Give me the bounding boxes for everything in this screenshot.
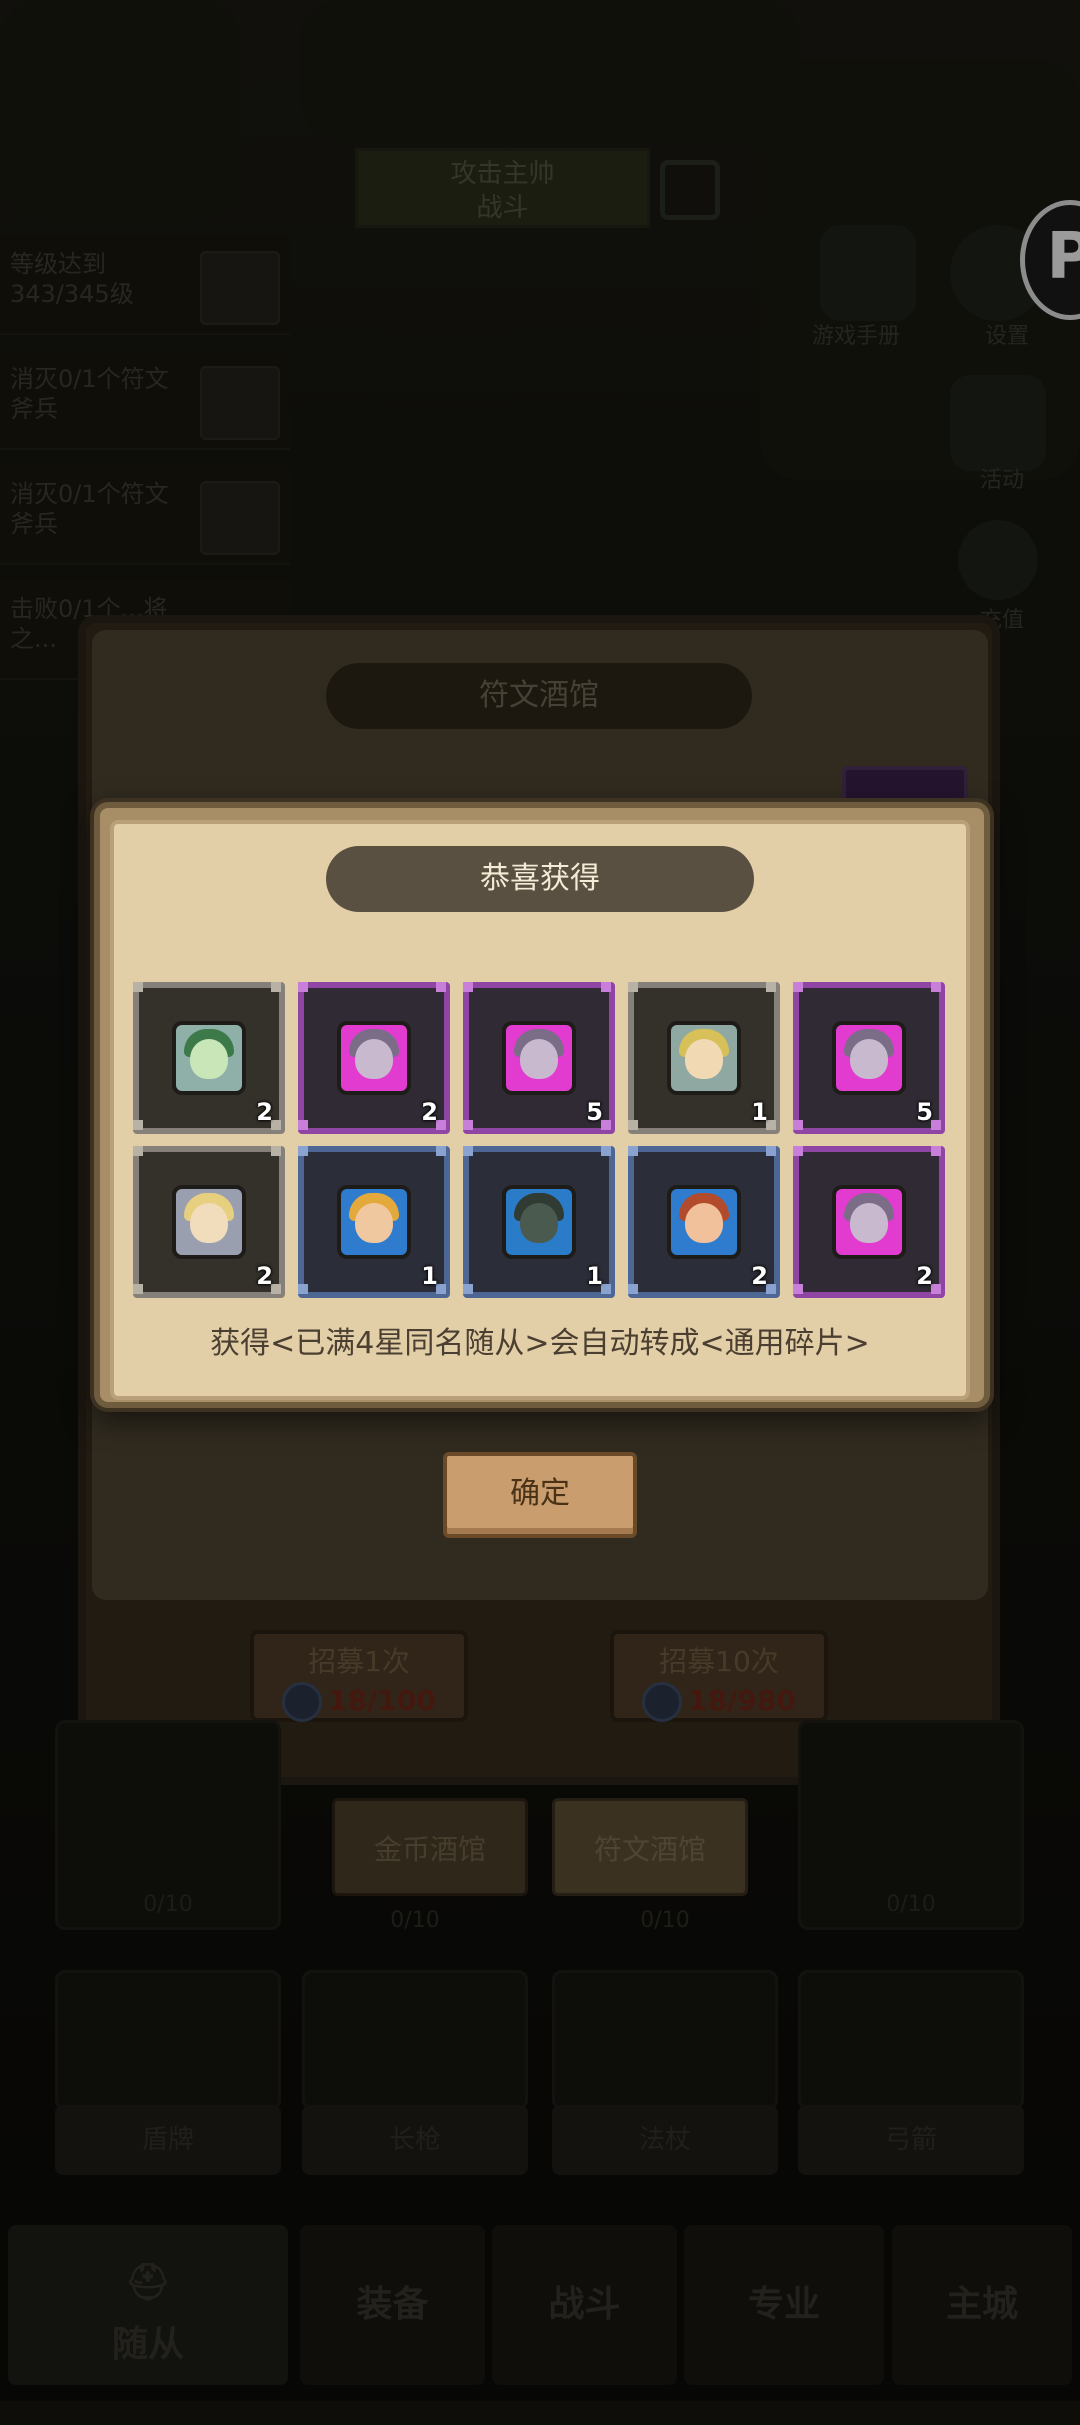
reward-item[interactable]: 2 — [298, 982, 450, 1134]
frame-corner — [793, 982, 803, 992]
green-horned-hero-icon — [172, 1021, 246, 1095]
portrait-face — [850, 1039, 888, 1079]
blonde-knight-hero-icon — [172, 1185, 246, 1259]
frame-corner — [463, 1284, 473, 1294]
purple-hooded-hero-icon — [337, 1021, 411, 1095]
reward-count: 1 — [586, 1262, 603, 1290]
frame-corner — [628, 1146, 638, 1156]
portrait-face — [355, 1039, 393, 1079]
frame-corner — [271, 982, 281, 992]
frame-corner — [133, 982, 143, 992]
reward-item[interactable]: 5 — [793, 982, 945, 1134]
reward-item[interactable]: 2 — [628, 1146, 780, 1298]
frame-corner — [463, 1120, 473, 1130]
reward-item[interactable]: 2 — [133, 982, 285, 1134]
purple-hooded-hero-icon — [502, 1021, 576, 1095]
portrait-face — [190, 1203, 228, 1243]
frame-corner — [133, 1284, 143, 1294]
frame-corner — [298, 982, 308, 992]
reward-count: 2 — [916, 1262, 933, 1290]
frame-corner — [601, 1146, 611, 1156]
frame-corner — [463, 982, 473, 992]
frame-corner — [601, 982, 611, 992]
frame-corner — [463, 1146, 473, 1156]
frame-corner — [793, 1146, 803, 1156]
portrait-face — [520, 1203, 558, 1243]
reward-item[interactable]: 1 — [463, 1146, 615, 1298]
reward-item[interactable]: 1 — [298, 1146, 450, 1298]
frame-corner — [931, 982, 941, 992]
frame-corner — [766, 1146, 776, 1156]
portrait-face — [850, 1203, 888, 1243]
reward-item[interactable]: 2 — [133, 1146, 285, 1298]
purple-hooded-hero-icon — [832, 1185, 906, 1259]
reward-count: 2 — [256, 1098, 273, 1126]
portrait-face — [355, 1203, 393, 1243]
portrait-face — [685, 1203, 723, 1243]
frame-corner — [436, 1146, 446, 1156]
reward-count: 2 — [421, 1098, 438, 1126]
bearded-dwarf-hero-icon — [337, 1185, 411, 1259]
portrait-face — [685, 1039, 723, 1079]
frame-corner — [628, 1284, 638, 1294]
blonde-elf-hero-icon — [667, 1021, 741, 1095]
reward-count: 2 — [256, 1262, 273, 1290]
frame-corner — [628, 1120, 638, 1130]
frame-corner — [793, 1120, 803, 1130]
frame-corner — [931, 1146, 941, 1156]
reward-count: 5 — [586, 1098, 603, 1126]
frame-corner — [436, 982, 446, 992]
frame-corner — [271, 1146, 281, 1156]
reward-item[interactable]: 2 — [793, 1146, 945, 1298]
reward-count: 1 — [421, 1262, 438, 1290]
portrait-face — [190, 1039, 228, 1079]
frame-corner — [298, 1284, 308, 1294]
frame-corner — [133, 1146, 143, 1156]
reward-item[interactable]: 1 — [628, 982, 780, 1134]
reward-count: 2 — [751, 1262, 768, 1290]
reward-popup-title: 恭喜获得 — [326, 846, 754, 912]
reward-count: 1 — [751, 1098, 768, 1126]
frame-corner — [298, 1146, 308, 1156]
red-haired-archer-hero-icon — [667, 1185, 741, 1259]
frame-corner — [793, 1284, 803, 1294]
reward-count: 5 — [916, 1098, 933, 1126]
green-eyed-rogue-hero-icon — [502, 1185, 576, 1259]
reward-conversion-note: 获得<已满4星同名随从>会自动转成<通用碎片> — [210, 1326, 870, 1361]
reward-item[interactable]: 5 — [463, 982, 615, 1134]
purple-hooded-hero-icon — [832, 1021, 906, 1095]
confirm-button[interactable]: 确定 — [443, 1452, 637, 1538]
frame-corner — [766, 982, 776, 992]
frame-corner — [133, 1120, 143, 1130]
frame-corner — [628, 982, 638, 992]
frame-corner — [298, 1120, 308, 1130]
portrait-face — [520, 1039, 558, 1079]
